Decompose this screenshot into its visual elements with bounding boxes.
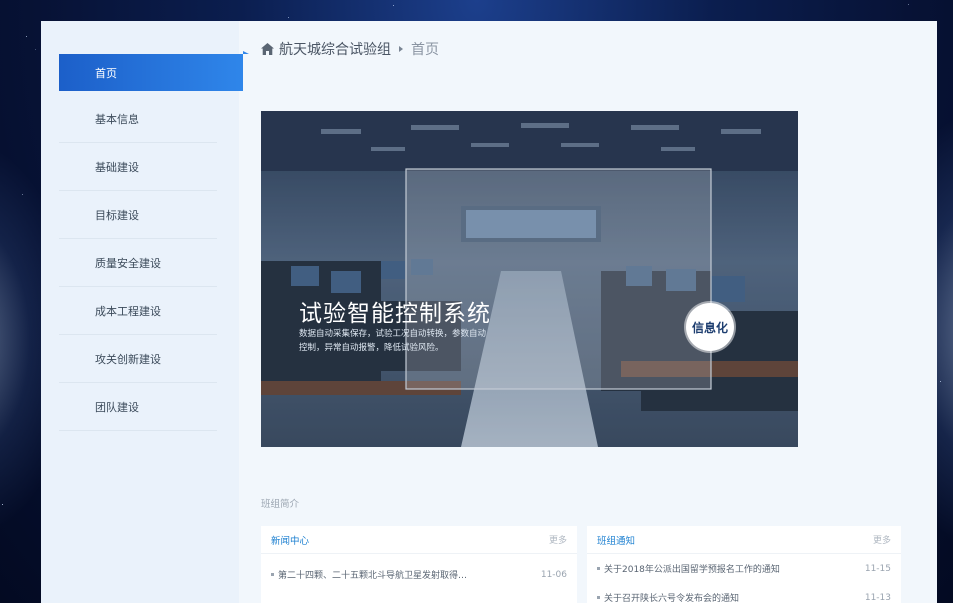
sidebar-item-foundation[interactable]: 基础建设 xyxy=(59,143,217,191)
sidebar-item-label: 攻关创新建设 xyxy=(95,352,161,366)
breadcrumb: 航天城综合试验组 首页 xyxy=(261,39,439,59)
banner-title: 试验智能控制系统 xyxy=(299,301,491,327)
list-item[interactable]: 关于召开陕长六号令发布会的通知 11-13 xyxy=(587,583,901,603)
notices-card-header: 班组通知 更多 xyxy=(587,526,901,554)
list-item-text: 第二十四颗、二十五颗北斗导航卫星发射取得… xyxy=(278,571,468,581)
section-title: 班组简介 xyxy=(261,499,300,510)
star-dot xyxy=(26,36,27,37)
sidebar-item-label: 质量安全建设 xyxy=(95,256,161,270)
star-dot xyxy=(35,49,36,50)
notices-card-title[interactable]: 班组通知 xyxy=(597,533,635,547)
sidebar-item-label: 团队建设 xyxy=(95,400,139,414)
bullet-icon xyxy=(597,567,600,570)
sidebar-item-goals[interactable]: 目标建设 xyxy=(59,191,217,239)
news-more-link[interactable]: 更多 xyxy=(549,533,567,546)
control-room-illustration xyxy=(261,111,798,447)
list-item[interactable]: 第二十四颗、二十五颗北斗导航卫星发射取得… 11-06 xyxy=(261,560,577,589)
breadcrumb-group-link[interactable]: 航天城综合试验组 xyxy=(279,39,391,59)
sidebar-item-team[interactable]: 团队建设 xyxy=(59,383,217,431)
sidebar-item-label: 目标建设 xyxy=(95,208,139,222)
banner-image[interactable]: 试验智能控制系统 数据自动采集保存，试验工况自动转换，参数自动控制，异常自动报警… xyxy=(261,111,798,447)
notices-card: 班组通知 更多 关于2018年公派出国留学预报名工作的通知 11-15 关于召开… xyxy=(587,526,901,603)
main-panel: 首页 基本信息 基础建设 目标建设 质量安全建设 成本工程建设 攻关创新建设 团… xyxy=(41,21,937,603)
home-icon[interactable] xyxy=(261,43,274,55)
star-dot xyxy=(2,504,3,505)
sidebar-item-label: 成本工程建设 xyxy=(95,304,161,318)
sidebar-nav: 首页 基本信息 基础建设 目标建设 质量安全建设 成本工程建设 攻关创新建设 团… xyxy=(59,51,249,431)
list-item-text: 关于2018年公派出国留学预报名工作的通知 xyxy=(604,565,780,575)
star-dot xyxy=(908,4,909,5)
sidebar-item-innovation[interactable]: 攻关创新建设 xyxy=(59,335,217,383)
sidebar-item-home[interactable]: 首页 xyxy=(59,51,249,91)
sidebar-item-cost-engineering[interactable]: 成本工程建设 xyxy=(59,287,217,335)
star-dot xyxy=(22,194,23,195)
star-dot xyxy=(393,5,394,6)
notices-more-link[interactable]: 更多 xyxy=(873,533,891,546)
news-card: 新闻中心 更多 第二十四颗、二十五颗北斗导航卫星发射取得… 11-06 xyxy=(261,526,577,603)
list-item-date: 11-15 xyxy=(864,563,891,574)
star-dot xyxy=(940,381,941,382)
list-item-text: 关于召开陕长六号令发布会的通知 xyxy=(604,594,740,603)
sidebar-item-label: 基础建设 xyxy=(95,160,139,174)
list-item-date: 11-06 xyxy=(540,569,567,580)
sidebar: 首页 基本信息 基础建设 目标建设 质量安全建设 成本工程建设 攻关创新建设 团… xyxy=(41,21,249,603)
news-card-title[interactable]: 新闻中心 xyxy=(271,533,309,547)
breadcrumb-separator-icon xyxy=(399,46,403,52)
sidebar-item-label: 基本信息 xyxy=(95,112,139,126)
star-dot xyxy=(288,17,289,18)
sidebar-item-label: 首页 xyxy=(95,66,117,80)
banner-badge: 信息化 xyxy=(686,303,734,351)
banner-subtitle: 数据自动采集保存，试验工况自动转换，参数自动控制，异常自动报警，降低试验风险。 xyxy=(299,329,487,353)
sidebar-item-basic-info[interactable]: 基本信息 xyxy=(59,95,217,143)
breadcrumb-current: 首页 xyxy=(411,42,439,58)
news-card-header: 新闻中心 更多 xyxy=(261,526,577,554)
list-item[interactable]: 关于2018年公派出国留学预报名工作的通知 11-15 xyxy=(587,554,901,583)
sidebar-item-quality-safety[interactable]: 质量安全建设 xyxy=(59,239,217,287)
bullet-icon xyxy=(597,596,600,599)
bullet-icon xyxy=(271,573,274,576)
list-item-date: 11-13 xyxy=(864,592,891,603)
